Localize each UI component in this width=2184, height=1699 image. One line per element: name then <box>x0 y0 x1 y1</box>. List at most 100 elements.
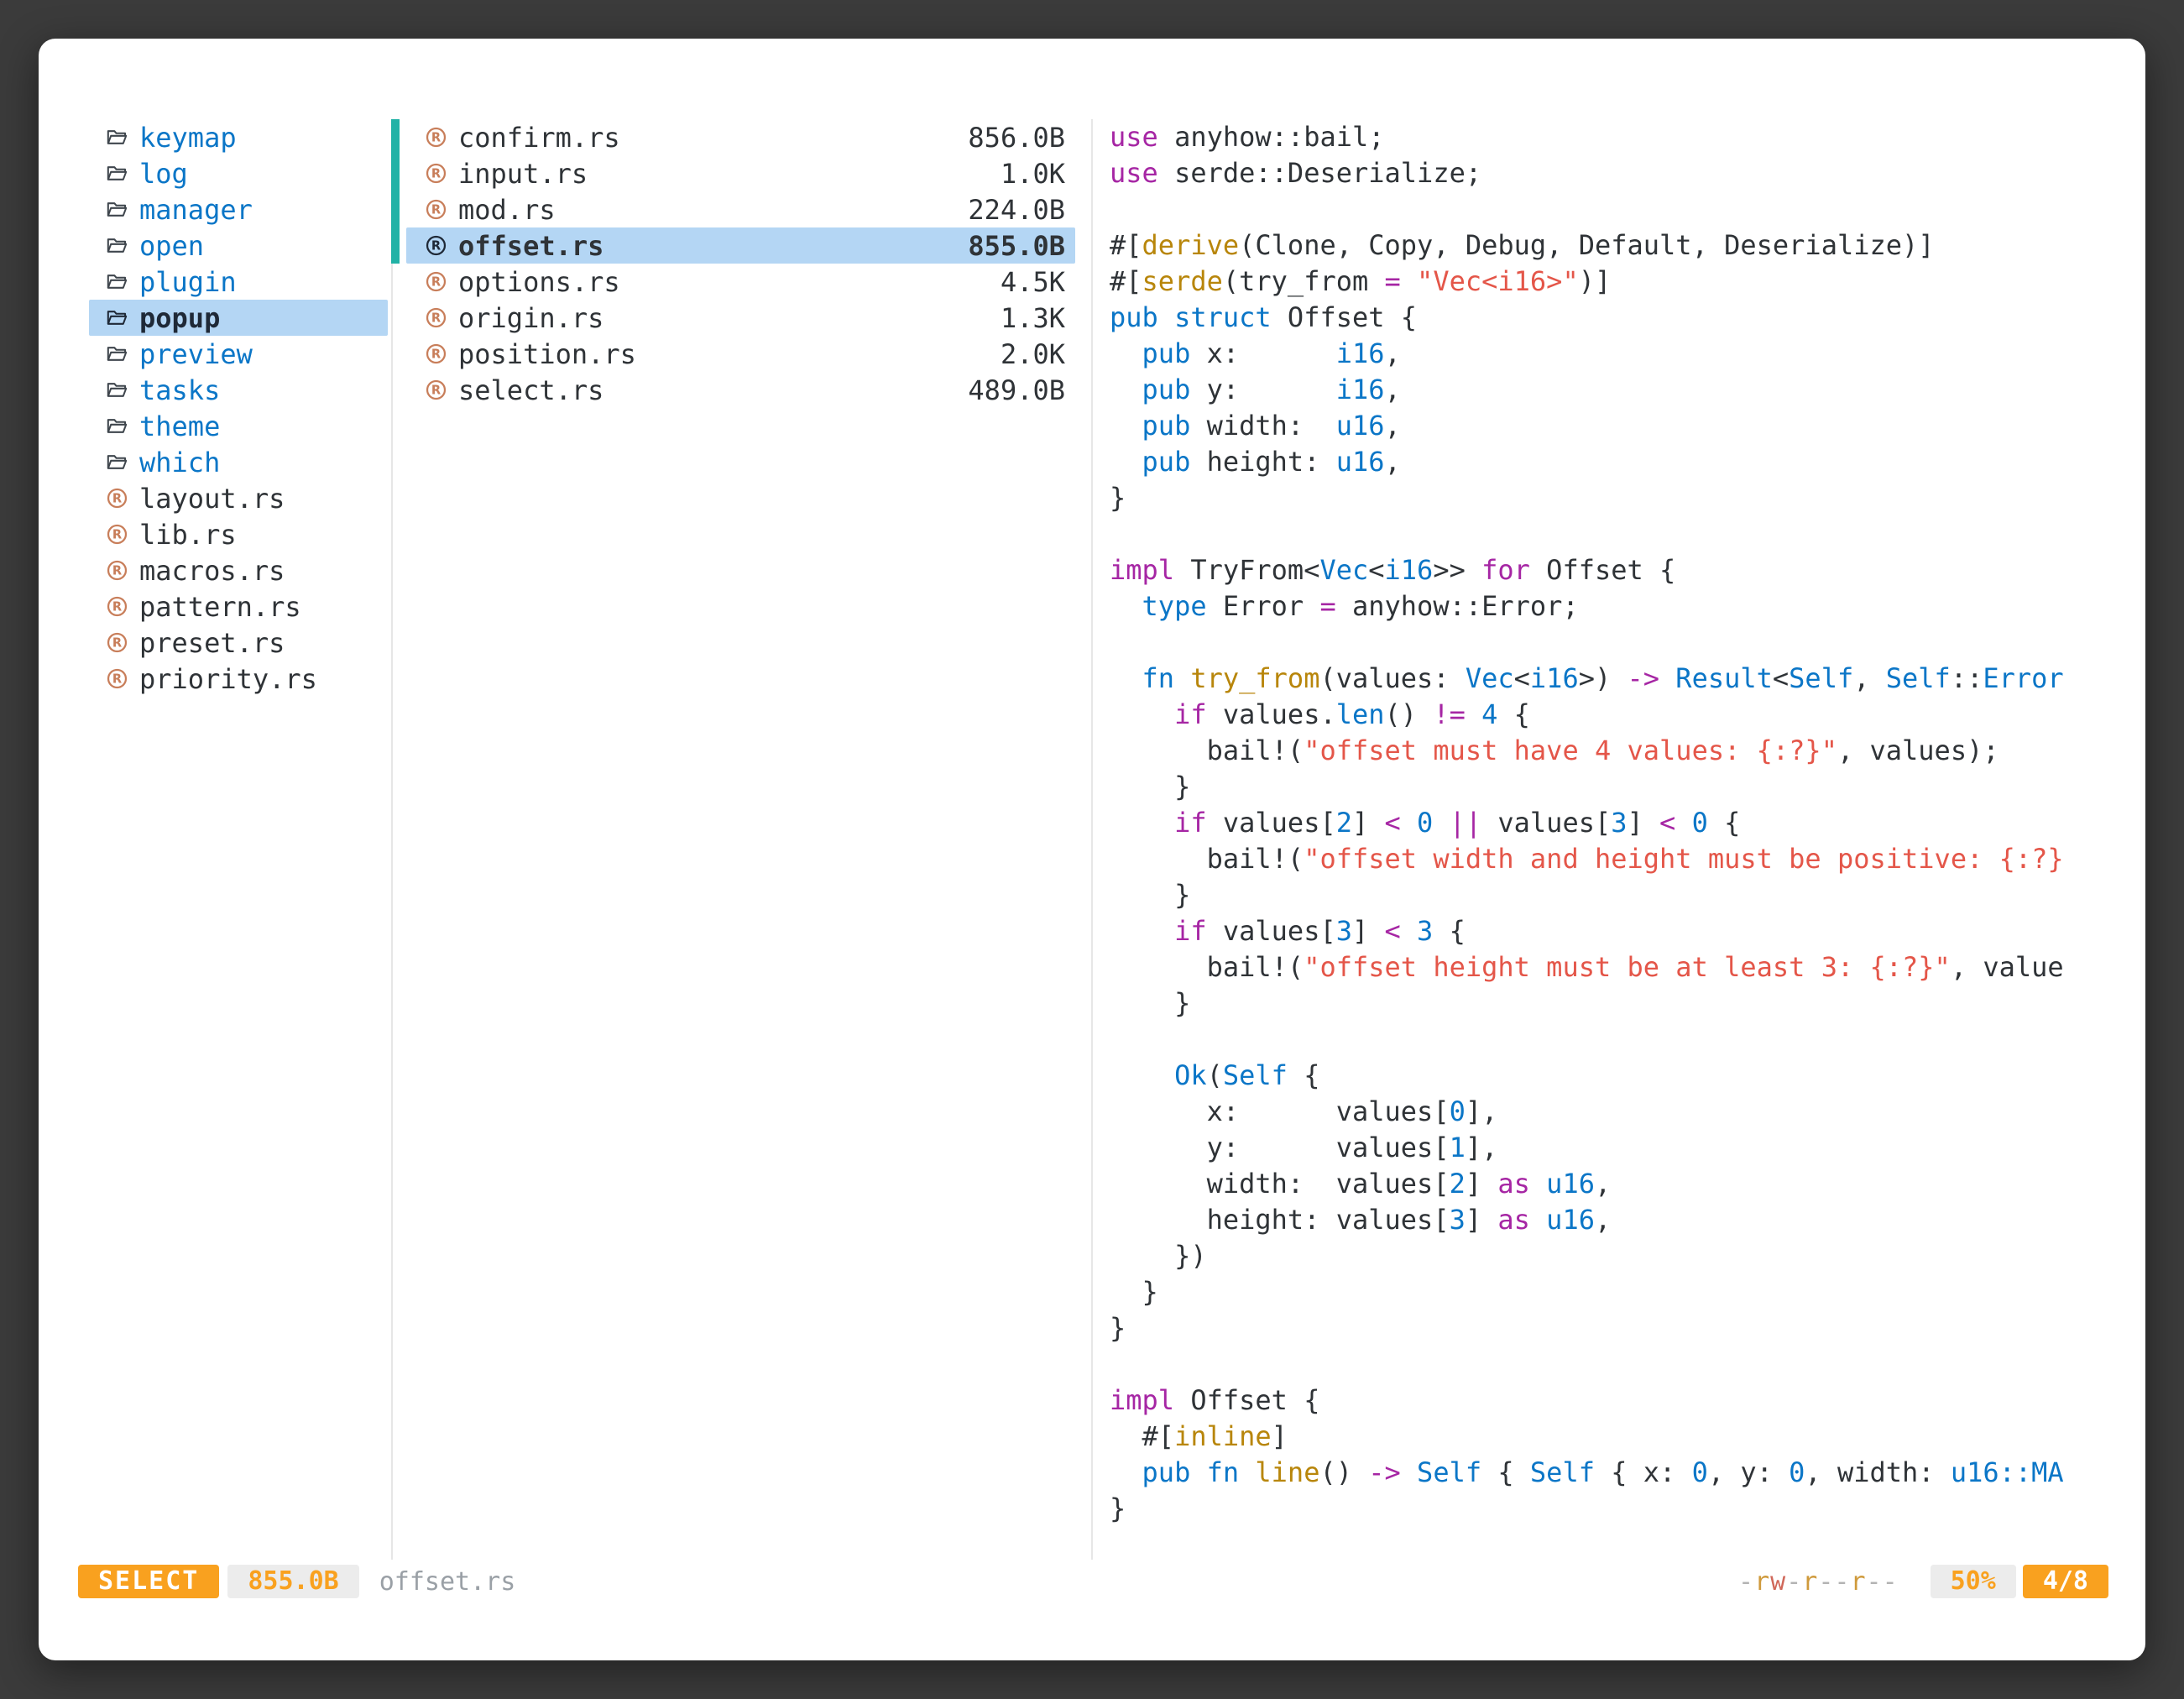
file-name: origin.rs <box>458 302 603 334</box>
sidebar-item-label: layout.rs <box>139 483 285 515</box>
selection-marker <box>391 336 400 372</box>
file-size: 1.3K <box>1001 302 1065 334</box>
file-size: 489.0B <box>968 374 1065 406</box>
code-line: pub y: i16, <box>1110 372 2117 408</box>
file-row-position-rs[interactable]: Rposition.rs2.0K <box>391 336 1075 372</box>
mode-indicator: SELECT <box>78 1565 219 1598</box>
code-line: } <box>1110 1310 2117 1346</box>
code-line: #[serde(try_from = "Vec<i16>")] <box>1110 264 2117 300</box>
rust-icon: R <box>106 559 128 582</box>
status-bar: SELECT 855.0B offset.rs -rw-r--r-- 50% 4… <box>78 1565 2108 1598</box>
file-row-origin-rs[interactable]: Rorigin.rs 1.3K <box>391 300 1075 336</box>
code-line: pub x: i16, <box>1110 336 2117 372</box>
file-name: mod.rs <box>458 194 556 226</box>
sidebar-item-tasks[interactable]: tasks <box>89 372 388 408</box>
file-row-confirm-rs[interactable]: Rconfirm.rs 856.0B <box>391 119 1075 155</box>
scroll-percent-badge: 50% <box>1931 1565 2016 1598</box>
rust-icon: R <box>425 270 447 293</box>
folder-icon <box>106 162 128 185</box>
sidebar-item-theme[interactable]: theme <box>89 408 388 444</box>
rust-icon: R <box>106 595 128 618</box>
sidebar-item-preset-rs[interactable]: Rpreset.rs <box>89 625 388 661</box>
svg-text:R: R <box>112 599 122 614</box>
file-row-offset-rs[interactable]: Roffset.rs855.0B <box>391 227 1075 264</box>
sidebar-item-lib-rs[interactable]: Rlib.rs <box>89 516 388 552</box>
file-row-content: Rinput.rs1.0K <box>406 155 1075 191</box>
code-line: bail!("offset height must be at least 3:… <box>1110 949 2117 985</box>
sidebar-item-popup[interactable]: popup <box>89 300 388 336</box>
rust-icon: R <box>425 126 447 149</box>
folder-icon <box>106 270 128 293</box>
sidebar-item-label: tasks <box>139 374 220 406</box>
sidebar-item-preview[interactable]: preview <box>89 336 388 372</box>
file-row-options-rs[interactable]: Roptions.rs4.5K <box>391 264 1075 300</box>
sidebar-item-plugin[interactable]: plugin <box>89 264 388 300</box>
code-line: if values[2] < 0 || values[3] < 0 { <box>1110 805 2117 841</box>
svg-text:R: R <box>431 347 441 361</box>
code-line: pub height: u16, <box>1110 444 2117 480</box>
code-line: bail!("offset width and height must be p… <box>1110 841 2117 877</box>
code-line: height: values[3] as u16, <box>1110 1202 2117 1238</box>
code-line: use serde::Deserialize; <box>1110 155 2117 191</box>
sidebar-item-log[interactable]: log <box>89 155 388 191</box>
code-line: fn try_from(values: Vec<i16>) -> Result<… <box>1110 661 2117 697</box>
rust-icon: R <box>425 198 447 221</box>
sidebar-item-label: manager <box>139 194 253 226</box>
code-line: } <box>1110 769 2117 805</box>
file-name: select.rs <box>458 374 603 406</box>
svg-text:R: R <box>431 130 441 144</box>
code-line: pub width: u16, <box>1110 408 2117 444</box>
file-size: 2.0K <box>1001 338 1065 370</box>
rust-icon: R <box>425 379 447 401</box>
sidebar-item-label: popup <box>139 302 220 334</box>
code-line: type Error = anyhow::Error; <box>1110 588 2117 625</box>
rust-icon: R <box>425 234 447 257</box>
svg-text:R: R <box>112 672 122 686</box>
sidebar-item-pattern-rs[interactable]: Rpattern.rs <box>89 588 388 625</box>
sidebar-item-macros-rs[interactable]: Rmacros.rs <box>89 552 388 588</box>
sidebar-item-priority-rs[interactable]: Rpriority.rs <box>89 661 388 697</box>
sidebar-item-open[interactable]: open <box>89 227 388 264</box>
file-row-content: Rorigin.rs 1.3K <box>406 300 1075 336</box>
pane-divider-right <box>1091 119 1093 1560</box>
svg-text:R: R <box>431 311 441 325</box>
code-line: } <box>1110 877 2117 913</box>
sidebar-item-label: theme <box>139 410 220 442</box>
file-row-select-rs[interactable]: Rselect.rs 489.0B <box>391 372 1075 408</box>
file-row-content: Roffset.rs855.0B <box>406 227 1075 264</box>
code-line: #[inline] <box>1110 1419 2117 1455</box>
code-line: } <box>1110 985 2117 1022</box>
code-line: }) <box>1110 1238 2117 1274</box>
code-line: } <box>1110 1274 2117 1310</box>
file-row-input-rs[interactable]: Rinput.rs1.0K <box>391 155 1075 191</box>
rust-icon: R <box>106 631 128 654</box>
file-size: 856.0B <box>968 122 1065 154</box>
code-line: Ok(Self { <box>1110 1058 2117 1094</box>
svg-text:R: R <box>431 238 441 253</box>
file-size: 1.0K <box>1001 158 1065 190</box>
sidebar-item-label: log <box>139 158 188 190</box>
file-row-content: Rselect.rs 489.0B <box>406 372 1075 408</box>
code-line: width: values[2] as u16, <box>1110 1166 2117 1202</box>
file-name: confirm.rs <box>458 122 620 154</box>
sidebar-item-keymap[interactable]: keymap <box>89 119 388 155</box>
code-preview: use anyhow::bail;use serde::Deserialize;… <box>1110 119 2117 1546</box>
selected-size-badge: 855.0B <box>227 1565 358 1598</box>
folder-icon <box>106 342 128 365</box>
selection-marker <box>391 191 400 227</box>
file-size: 224.0B <box>968 194 1065 226</box>
sidebar-item-manager[interactable]: manager <box>89 191 388 227</box>
selection-marker <box>391 264 400 300</box>
file-row-mod-rs[interactable]: Rmod.rs 224.0B <box>391 191 1075 227</box>
code-line: x: values[0], <box>1110 1094 2117 1130</box>
code-line <box>1110 516 2117 552</box>
sidebar-item-which[interactable]: which <box>89 444 388 480</box>
sidebar-item-layout-rs[interactable]: Rlayout.rs <box>89 480 388 516</box>
selection-marker <box>391 119 400 155</box>
file-name: offset.rs <box>458 230 603 262</box>
sidebar-item-label: plugin <box>139 266 237 298</box>
folder-icon <box>106 415 128 437</box>
selection-marker <box>391 372 400 408</box>
code-line: impl Offset { <box>1110 1383 2117 1419</box>
code-line: pub struct Offset { <box>1110 300 2117 336</box>
